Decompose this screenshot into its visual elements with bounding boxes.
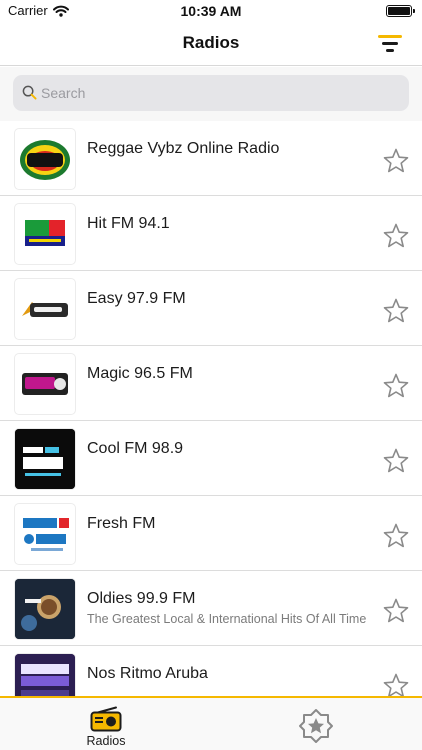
radio-logo-magic	[15, 354, 75, 414]
status-time: 10:39 AM	[180, 3, 242, 19]
radio-name: Cool FM 98.9	[87, 440, 184, 457]
navigation-bar: Radios	[0, 22, 422, 66]
radio-name: Reggae Vybz Online Radio	[87, 140, 280, 157]
search-icon	[22, 85, 37, 100]
radio-logo-hit-fm	[15, 204, 75, 264]
radio-name: Hit FM 94.1	[87, 215, 170, 232]
radio-row[interactable]: Fresh FM	[0, 496, 422, 571]
star-icon[interactable]	[382, 297, 410, 325]
page-title: Radios	[182, 33, 240, 52]
battery-icon	[386, 5, 415, 17]
star-icon[interactable]	[382, 672, 410, 696]
radio-logo-cool-fm	[15, 429, 75, 489]
radio-icon	[90, 706, 122, 732]
star-icon[interactable]	[382, 222, 410, 250]
star-icon[interactable]	[382, 597, 410, 625]
radio-logo-reggae-vybz	[15, 129, 75, 189]
star-icon[interactable]	[382, 147, 410, 175]
status-bar: Carrier 10:39 AM	[0, 0, 422, 22]
star-icon[interactable]	[382, 447, 410, 475]
tab-radios[interactable]: Radios	[70, 702, 142, 750]
radio-name: Nos Ritmo Aruba	[87, 665, 208, 682]
radio-row[interactable]: Cool FM 98.9	[0, 421, 422, 496]
search-area	[0, 67, 422, 121]
radio-row[interactable]: Reggae Vybz Online Radio	[0, 121, 422, 196]
radio-list[interactable]: Reggae Vybz Online Radio Hit FM 94.1 Eas…	[0, 121, 422, 696]
search-input[interactable]	[41, 75, 401, 111]
radio-row[interactable]: Easy 97.9 FM	[0, 271, 422, 346]
tab-bar: Radios	[0, 696, 422, 750]
radio-logo-nos-ritmo	[15, 654, 75, 696]
radio-row[interactable]: Hit FM 94.1	[0, 196, 422, 271]
radio-name: Fresh FM	[87, 515, 156, 532]
filter-icon	[378, 35, 402, 38]
star-icon[interactable]	[382, 522, 410, 550]
radio-row[interactable]: Nos Ritmo Aruba	[0, 646, 422, 696]
star-badge-icon[interactable]	[296, 706, 336, 746]
radio-logo-fresh-fm	[15, 504, 75, 564]
search-field[interactable]	[13, 75, 409, 111]
radio-name: Easy 97.9 FM	[87, 290, 186, 307]
radio-logo-oldies	[15, 579, 75, 639]
radio-name: Magic 96.5 FM	[87, 365, 193, 382]
tab-radios-label: Radios	[86, 734, 126, 748]
star-icon[interactable]	[382, 372, 410, 400]
radio-name: Oldies 99.9 FM	[87, 590, 196, 607]
radio-row[interactable]: Oldies 99.9 FM The Greatest Local & Inte…	[0, 571, 422, 646]
filter-button[interactable]	[378, 32, 404, 56]
radio-description: The Greatest Local & International Hits …	[87, 612, 367, 626]
radio-row[interactable]: Magic 96.5 FM	[0, 346, 422, 421]
radio-logo-easy	[15, 279, 75, 339]
